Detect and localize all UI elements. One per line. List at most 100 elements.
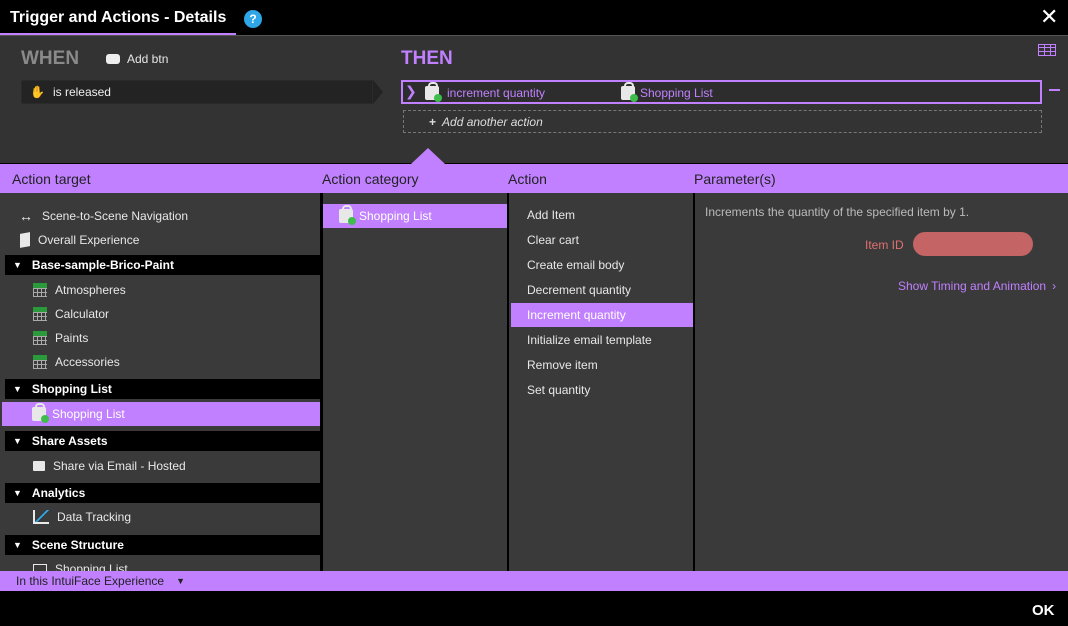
navigation-icon: ↔ [19, 208, 33, 224]
trigger-object[interactable]: Add btn [106, 52, 168, 66]
when-label: WHEN [21, 48, 80, 69]
header-parameters: Parameter(s) [694, 171, 776, 187]
window-title: Trigger and Actions - Details [10, 9, 227, 26]
scope-dropdown[interactable]: In this IntuiFace Experience ▼ [0, 571, 1068, 591]
tree-section[interactable]: ▼ Base-sample-Brico-Paint [5, 255, 320, 275]
shopping-bag-icon [339, 205, 356, 225]
tree-item-label: Scene-to-Scene Navigation [42, 209, 189, 223]
tree-item-label: Shopping List [52, 407, 125, 421]
tree-item-label: Accessories [55, 355, 120, 369]
tree-item-label: Atmospheres [55, 283, 126, 297]
tree-section-title: Analytics [31, 486, 86, 500]
close-icon[interactable]: ✕ [1040, 6, 1058, 28]
table-view-icon[interactable] [1038, 44, 1056, 56]
tree-item-navigation[interactable]: ↔ Scene-to-Scene Navigation [18, 208, 188, 224]
tree-item[interactable]: Data Tracking [33, 510, 131, 524]
category-item-selected[interactable]: Shopping List [323, 204, 507, 228]
then-label: THEN [401, 48, 453, 69]
action-target: Shopping List [621, 82, 713, 102]
column-headers: Action target Action category Action Par… [0, 164, 1068, 193]
button-icon [106, 54, 120, 64]
trigger-event[interactable]: ✋ is released [21, 80, 373, 104]
header-action-target: Action target [12, 171, 91, 187]
shopping-bag-icon [621, 82, 638, 102]
current-action-row[interactable]: ❯ increment quantity Shopping List [401, 80, 1042, 104]
tree-item-label: Share via Email - Hosted [53, 459, 186, 473]
show-timing-label: Show Timing and Animation [898, 279, 1047, 293]
tree-section[interactable]: ▼ Scene Structure [5, 535, 320, 555]
chevron-right-icon: › [1052, 279, 1057, 293]
remove-action-icon[interactable] [1049, 89, 1060, 91]
selection-pointer [411, 148, 445, 164]
ok-button[interactable]: OK [1032, 602, 1055, 619]
scope-label: In this IntuiFace Experience [16, 574, 165, 588]
chevron-right-icon: ❯ [405, 83, 417, 99]
shopping-bag-icon [425, 82, 442, 102]
book-icon [20, 232, 30, 248]
title-underline [0, 33, 236, 35]
action-item[interactable]: Add Item [527, 208, 575, 222]
tree-item[interactable]: Calculator [33, 307, 109, 321]
category-label: Shopping List [359, 209, 432, 223]
tree-item[interactable]: Shopping List [33, 562, 128, 571]
trigger-arrow [373, 80, 383, 104]
chevron-down-icon: ▼ [13, 488, 22, 498]
tree-item[interactable]: Atmospheres [33, 283, 126, 297]
screen-icon [33, 564, 47, 571]
chart-icon [33, 510, 49, 524]
action-item[interactable]: Initialize email template [527, 333, 652, 347]
spreadsheet-icon [33, 355, 47, 369]
parameters-panel: Increments the quantity of the specified… [695, 193, 1068, 571]
shopping-bag-icon [32, 403, 49, 423]
action-item[interactable]: Clear cart [527, 233, 579, 247]
action-verb: increment quantity [425, 82, 546, 102]
chevron-down-icon: ▼ [13, 260, 22, 270]
tree-section-title: Base-sample-Brico-Paint [31, 258, 174, 272]
trigger-summary: WHEN Add btn ✋ is released THEN ❯ increm… [0, 36, 1068, 163]
hand-icon: ✋ [30, 85, 45, 99]
action-description: Increments the quantity of the specified… [705, 205, 970, 219]
tree-section[interactable]: ▼ Analytics [5, 483, 320, 503]
header-action: Action [508, 171, 547, 187]
action-list[interactable]: Add Item Clear cart Create email body De… [509, 193, 693, 571]
spreadsheet-icon [33, 307, 47, 321]
action-target-list[interactable]: ↔ Scene-to-Scene Navigation Overall Expe… [0, 193, 320, 571]
chevron-down-icon: ▼ [13, 384, 22, 394]
add-another-action-label: Add another action [442, 114, 543, 129]
action-item[interactable]: Decrement quantity [527, 283, 631, 297]
help-icon[interactable]: ? [244, 10, 262, 28]
action-category-list[interactable]: Shopping List [323, 193, 507, 571]
show-timing-link[interactable]: Show Timing and Animation › [898, 279, 1056, 293]
tree-section-title: Scene Structure [31, 538, 124, 552]
dialog-footer [0, 591, 1068, 626]
action-target-label: Shopping List [640, 86, 713, 100]
plus-icon: + [429, 114, 437, 129]
tree-item-label: Data Tracking [57, 510, 132, 524]
tree-item[interactable]: Share via Email - Hosted [33, 459, 186, 473]
trigger-event-label: is released [52, 85, 111, 99]
spreadsheet-icon [33, 331, 47, 345]
add-another-action-button[interactable]: + Add another action [403, 110, 1042, 133]
action-verb-label: increment quantity [447, 86, 546, 100]
tree-section-title: Shopping List [31, 382, 112, 396]
header-action-category: Action category [322, 171, 419, 187]
chevron-down-icon: ▼ [13, 436, 22, 446]
chevron-down-icon: ▼ [13, 540, 22, 550]
spreadsheet-icon [33, 283, 47, 297]
action-item[interactable]: Remove item [527, 358, 598, 372]
action-item[interactable]: Set quantity [527, 383, 590, 397]
tree-item-label: Overall Experience [38, 233, 140, 247]
item-id-field[interactable] [913, 232, 1033, 256]
tree-item-label: Calculator [55, 307, 110, 321]
tree-item-selected[interactable]: Shopping List [2, 402, 320, 426]
tree-section[interactable]: ▼ Share Assets [5, 431, 320, 451]
chevron-down-icon: ▼ [176, 576, 185, 586]
tree-item[interactable]: Paints [33, 331, 88, 345]
trigger-object-name: Add btn [127, 52, 169, 66]
tree-section[interactable]: ▼ Shopping List [5, 379, 320, 399]
action-item-selected[interactable]: Increment quantity [511, 303, 693, 327]
title-bar: Trigger and Actions - Details ? ✕ [0, 0, 1068, 36]
tree-item[interactable]: Accessories [33, 355, 120, 369]
action-item[interactable]: Create email body [527, 258, 624, 272]
tree-item-experience[interactable]: Overall Experience [20, 232, 140, 248]
